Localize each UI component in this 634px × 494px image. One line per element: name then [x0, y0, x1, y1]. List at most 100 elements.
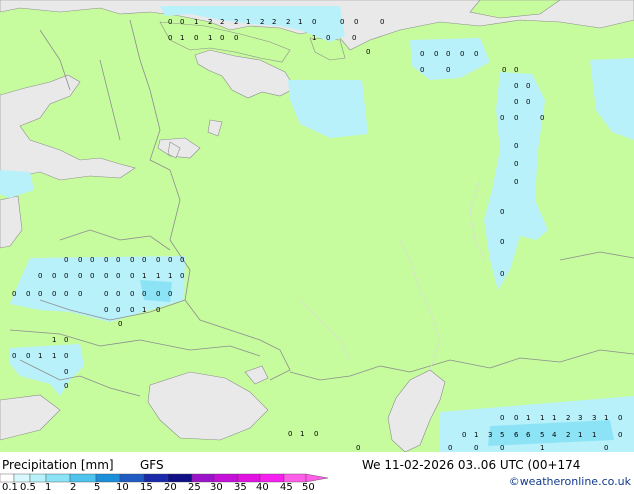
value-label: 0 [526, 98, 530, 106]
scale-swatch [13, 473, 31, 483]
value-label: 0 [130, 272, 134, 280]
value-label: 0 [64, 272, 68, 280]
value-label: 0 [462, 431, 466, 439]
value-label: 1 [180, 34, 184, 42]
value-label: 0 [90, 272, 94, 280]
value-label: 0 [604, 444, 608, 452]
value-label: 0 [64, 352, 68, 360]
scale-tick-label: 20 [164, 482, 177, 490]
value-label: 0 [356, 444, 360, 452]
value-label: 0 [130, 290, 134, 298]
value-label: 0 [90, 256, 94, 264]
value-label: 1 [298, 18, 302, 26]
scale-tick-label: 2 [70, 482, 76, 490]
value-label: 2 [286, 18, 290, 26]
value-label: 3 [592, 414, 596, 422]
value-label: 0 [420, 50, 424, 58]
value-label: 0 [78, 256, 82, 264]
scale-swatch [95, 473, 121, 483]
value-label: 2 [208, 18, 212, 26]
value-label: 5 [500, 431, 504, 439]
value-label: 2 [260, 18, 264, 26]
value-label: 1 [540, 414, 544, 422]
forecast-datetime: We 11-02-2026 03..06 UTC (00+174 [362, 458, 580, 472]
value-label: 0 [220, 34, 224, 42]
scale-tick-label: 5 [94, 482, 100, 490]
value-label: 0 [500, 238, 504, 246]
value-label: 2 [272, 18, 276, 26]
value-label: 6 [514, 431, 519, 439]
value-label: 0 [514, 98, 518, 106]
value-label: 0 [314, 430, 318, 438]
value-label: 0 [354, 18, 358, 26]
scale-tick-label: 40 [256, 482, 269, 490]
scale-tick-label: 25 [188, 482, 201, 490]
scale-swatch [213, 473, 239, 483]
value-label: 0 [312, 18, 316, 26]
value-label: 1 [604, 414, 608, 422]
value-label: 1 [142, 306, 146, 314]
value-label: 2 [220, 18, 224, 26]
value-label: 0 [168, 34, 172, 42]
value-label: 0 [514, 142, 518, 150]
value-label: 0 [78, 290, 82, 298]
value-label: 0 [500, 270, 504, 278]
value-label: 0 [500, 208, 504, 216]
scale-swatch [283, 473, 307, 483]
scale-swatch [69, 473, 97, 483]
scale-swatch [29, 473, 47, 483]
value-label: 0 [104, 272, 108, 280]
map-footer: Precipitation [mm] GFS We 11-02-2026 03.… [0, 452, 634, 493]
value-label: 1 [592, 431, 596, 439]
scale-swatch [0, 473, 15, 483]
value-label: 0 [448, 444, 452, 452]
value-label: 0 [180, 272, 184, 280]
value-label: 0 [514, 414, 518, 422]
value-label: 3 [578, 414, 582, 422]
scale-swatch [259, 473, 285, 483]
value-label: 0 [514, 114, 518, 122]
value-label: 0 [366, 48, 370, 56]
value-label: 1 [246, 18, 250, 26]
precipitation-map: 0 0 1 2 2 2 1 2 2 2 1 0 0 0 0 0 1 0 1 0 … [0, 0, 634, 452]
value-label: 0 [380, 18, 384, 26]
value-label: 0 [514, 82, 518, 90]
scale-swatch [191, 473, 215, 483]
value-label: 0 [446, 66, 450, 74]
value-label: 0 [78, 272, 82, 280]
value-label: 0 [38, 290, 42, 298]
value-label: 0 [12, 290, 16, 298]
credit-link[interactable]: ©weatheronline.co.uk [509, 475, 632, 488]
value-label: 0 [180, 256, 184, 264]
value-label: 0 [64, 256, 68, 264]
value-label: 1 [38, 352, 42, 360]
value-label: 0 [12, 352, 16, 360]
value-label: 0 [104, 256, 108, 264]
value-label: 0 [142, 290, 146, 298]
value-label: 0 [168, 18, 172, 26]
value-label: 0 [142, 256, 146, 264]
value-label: 0 [618, 414, 622, 422]
value-label: 0 [130, 256, 134, 264]
value-label: 0 [168, 256, 172, 264]
legend-area: Precipitation [mm] GFS We 11-02-2026 03.… [0, 458, 632, 493]
value-label: 0 [420, 66, 424, 74]
value-label: 1 [578, 431, 582, 439]
value-label: 0 [502, 66, 506, 74]
value-label: 0 [500, 414, 504, 422]
value-label: 0 [352, 34, 356, 42]
value-label: 1 [300, 430, 304, 438]
value-label: 0 [104, 290, 108, 298]
value-label: 6 [526, 431, 531, 439]
value-label: 0 [104, 306, 108, 314]
scale-arrow [305, 473, 329, 483]
value-label: 0 [116, 272, 120, 280]
value-label: 0 [156, 290, 160, 298]
scale-tick-label: 50 [302, 482, 315, 490]
value-label: 1 [52, 352, 56, 360]
value-label: 1 [552, 414, 556, 422]
value-label: 0 [118, 320, 122, 328]
value-label: 1 [194, 18, 198, 26]
scale-tick-label: 35 [234, 482, 247, 490]
value-label: 1 [474, 431, 478, 439]
